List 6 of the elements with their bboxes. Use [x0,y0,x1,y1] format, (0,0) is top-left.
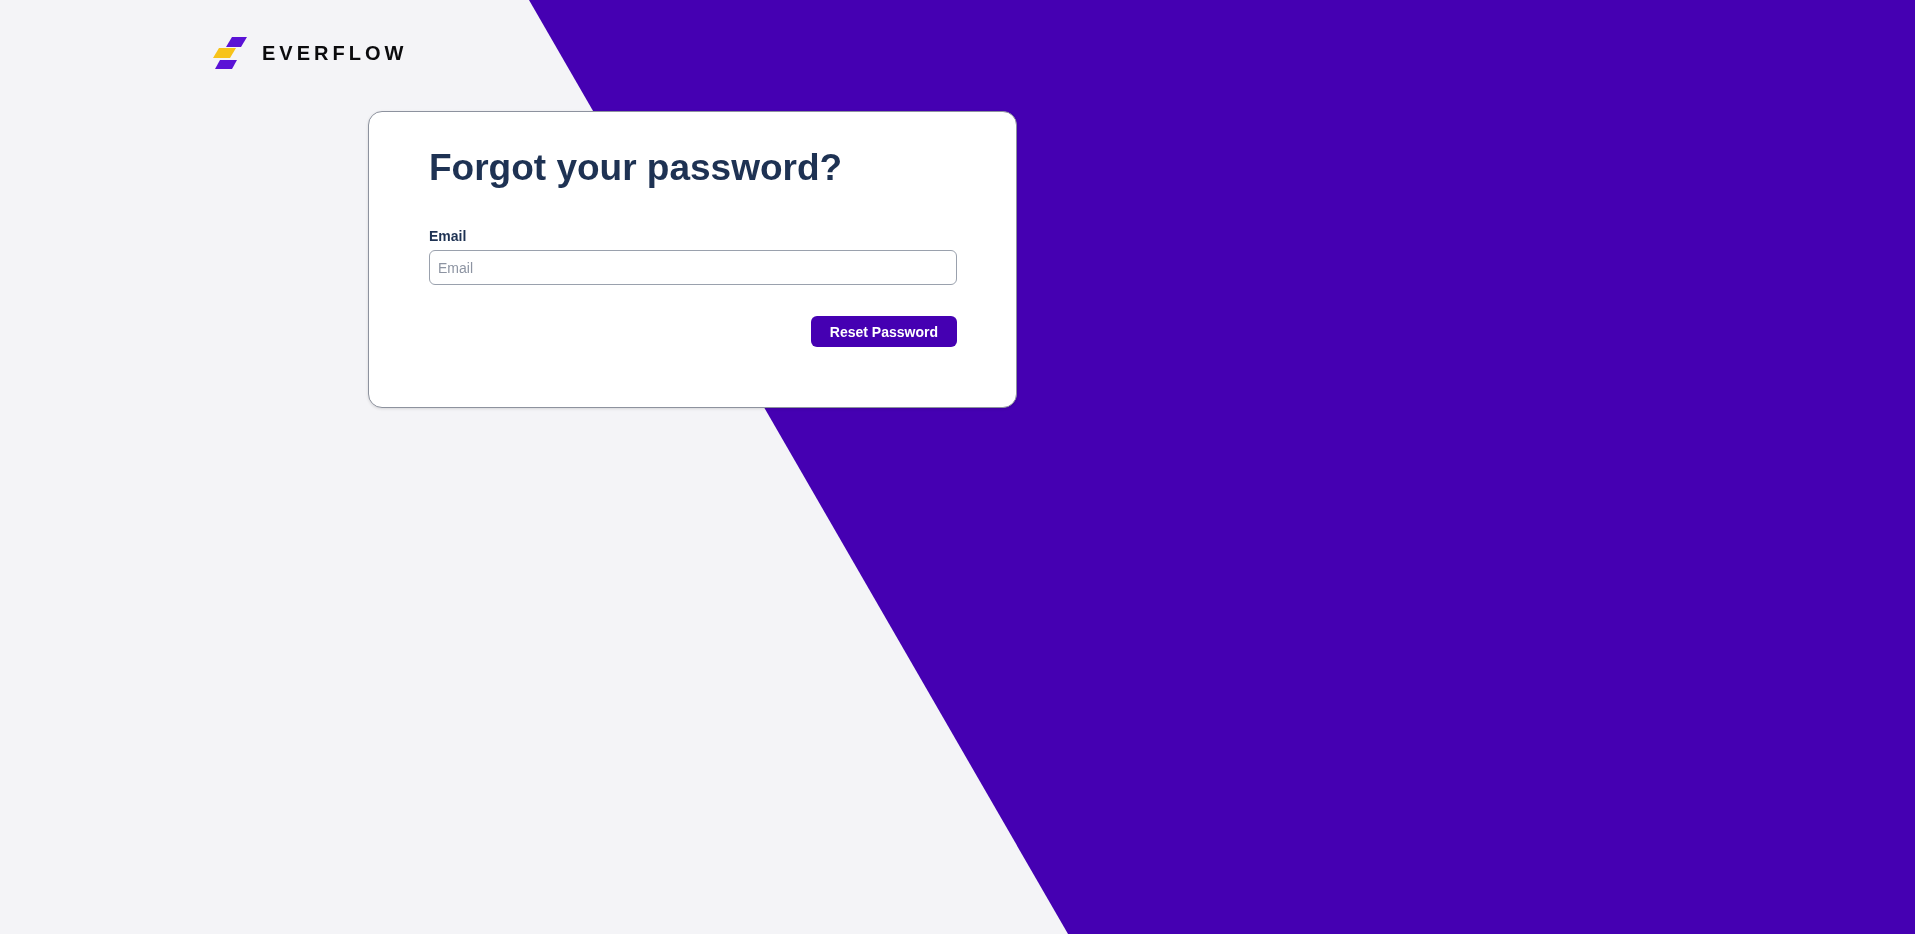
logo-wordmark: EVERFLOW [262,42,408,64]
reset-password-button[interactable]: Reset Password [810,316,957,347]
logo-icon [213,37,247,69]
card-title: Forgot your password? [429,146,844,190]
email-input[interactable]: Email [429,250,957,285]
email-label: Email [429,228,467,245]
